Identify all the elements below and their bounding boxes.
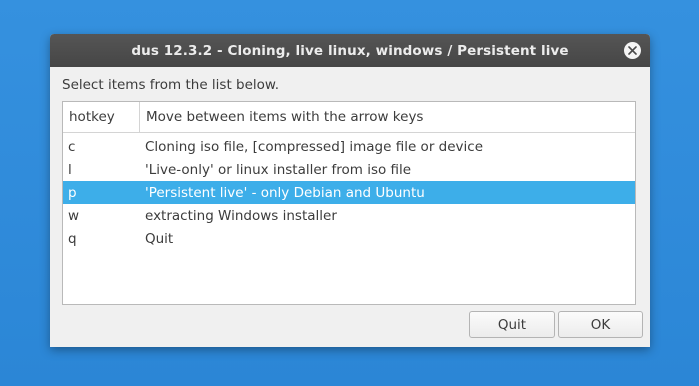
list-item-windows[interactable]: w extracting Windows installer (63, 204, 635, 227)
list-item-clone[interactable]: c Cloning iso file, [compressed] image f… (63, 135, 635, 158)
column-header-description[interactable]: Move between items with the arrow keys (140, 102, 423, 132)
item-description: extracting Windows installer (145, 207, 337, 224)
item-description: 'Persistent live' - only Debian and Ubun… (145, 184, 425, 201)
list-item-persistent-live[interactable]: p 'Persistent live' - only Debian and Ub… (63, 181, 635, 204)
item-description: 'Live-only' or linux installer from iso … (145, 161, 412, 178)
item-hotkey: l (68, 161, 72, 178)
list-item-live-only[interactable]: l 'Live-only' or linux installer from is… (63, 158, 635, 181)
close-icon (628, 46, 637, 55)
ok-button[interactable]: OK (558, 311, 643, 338)
item-description: Quit (145, 230, 174, 247)
window-title: dus 12.3.2 - Cloning, live linux, window… (131, 42, 569, 59)
column-header-hotkey[interactable]: hotkey (63, 102, 140, 132)
item-hotkey: p (68, 184, 77, 201)
quit-button[interactable]: Quit (469, 311, 555, 338)
dialog-content: Select items from the list below. hotkey… (50, 67, 650, 347)
item-hotkey: w (68, 207, 80, 224)
dialog-window: dus 12.3.2 - Cloning, live linux, window… (50, 34, 650, 347)
close-button[interactable] (624, 42, 641, 59)
title-bar[interactable]: dus 12.3.2 - Cloning, live linux, window… (50, 34, 650, 67)
items-list[interactable]: hotkey Move between items with the arrow… (62, 101, 636, 305)
list-header: hotkey Move between items with the arrow… (63, 102, 635, 133)
list-item-quit[interactable]: q Quit (63, 227, 635, 250)
list-rows: c Cloning iso file, [compressed] image f… (63, 133, 635, 250)
item-hotkey: q (68, 230, 77, 247)
prompt-text: Select items from the list below. (62, 77, 280, 93)
item-description: Cloning iso file, [compressed] image fil… (145, 138, 484, 155)
item-hotkey: c (68, 138, 76, 155)
